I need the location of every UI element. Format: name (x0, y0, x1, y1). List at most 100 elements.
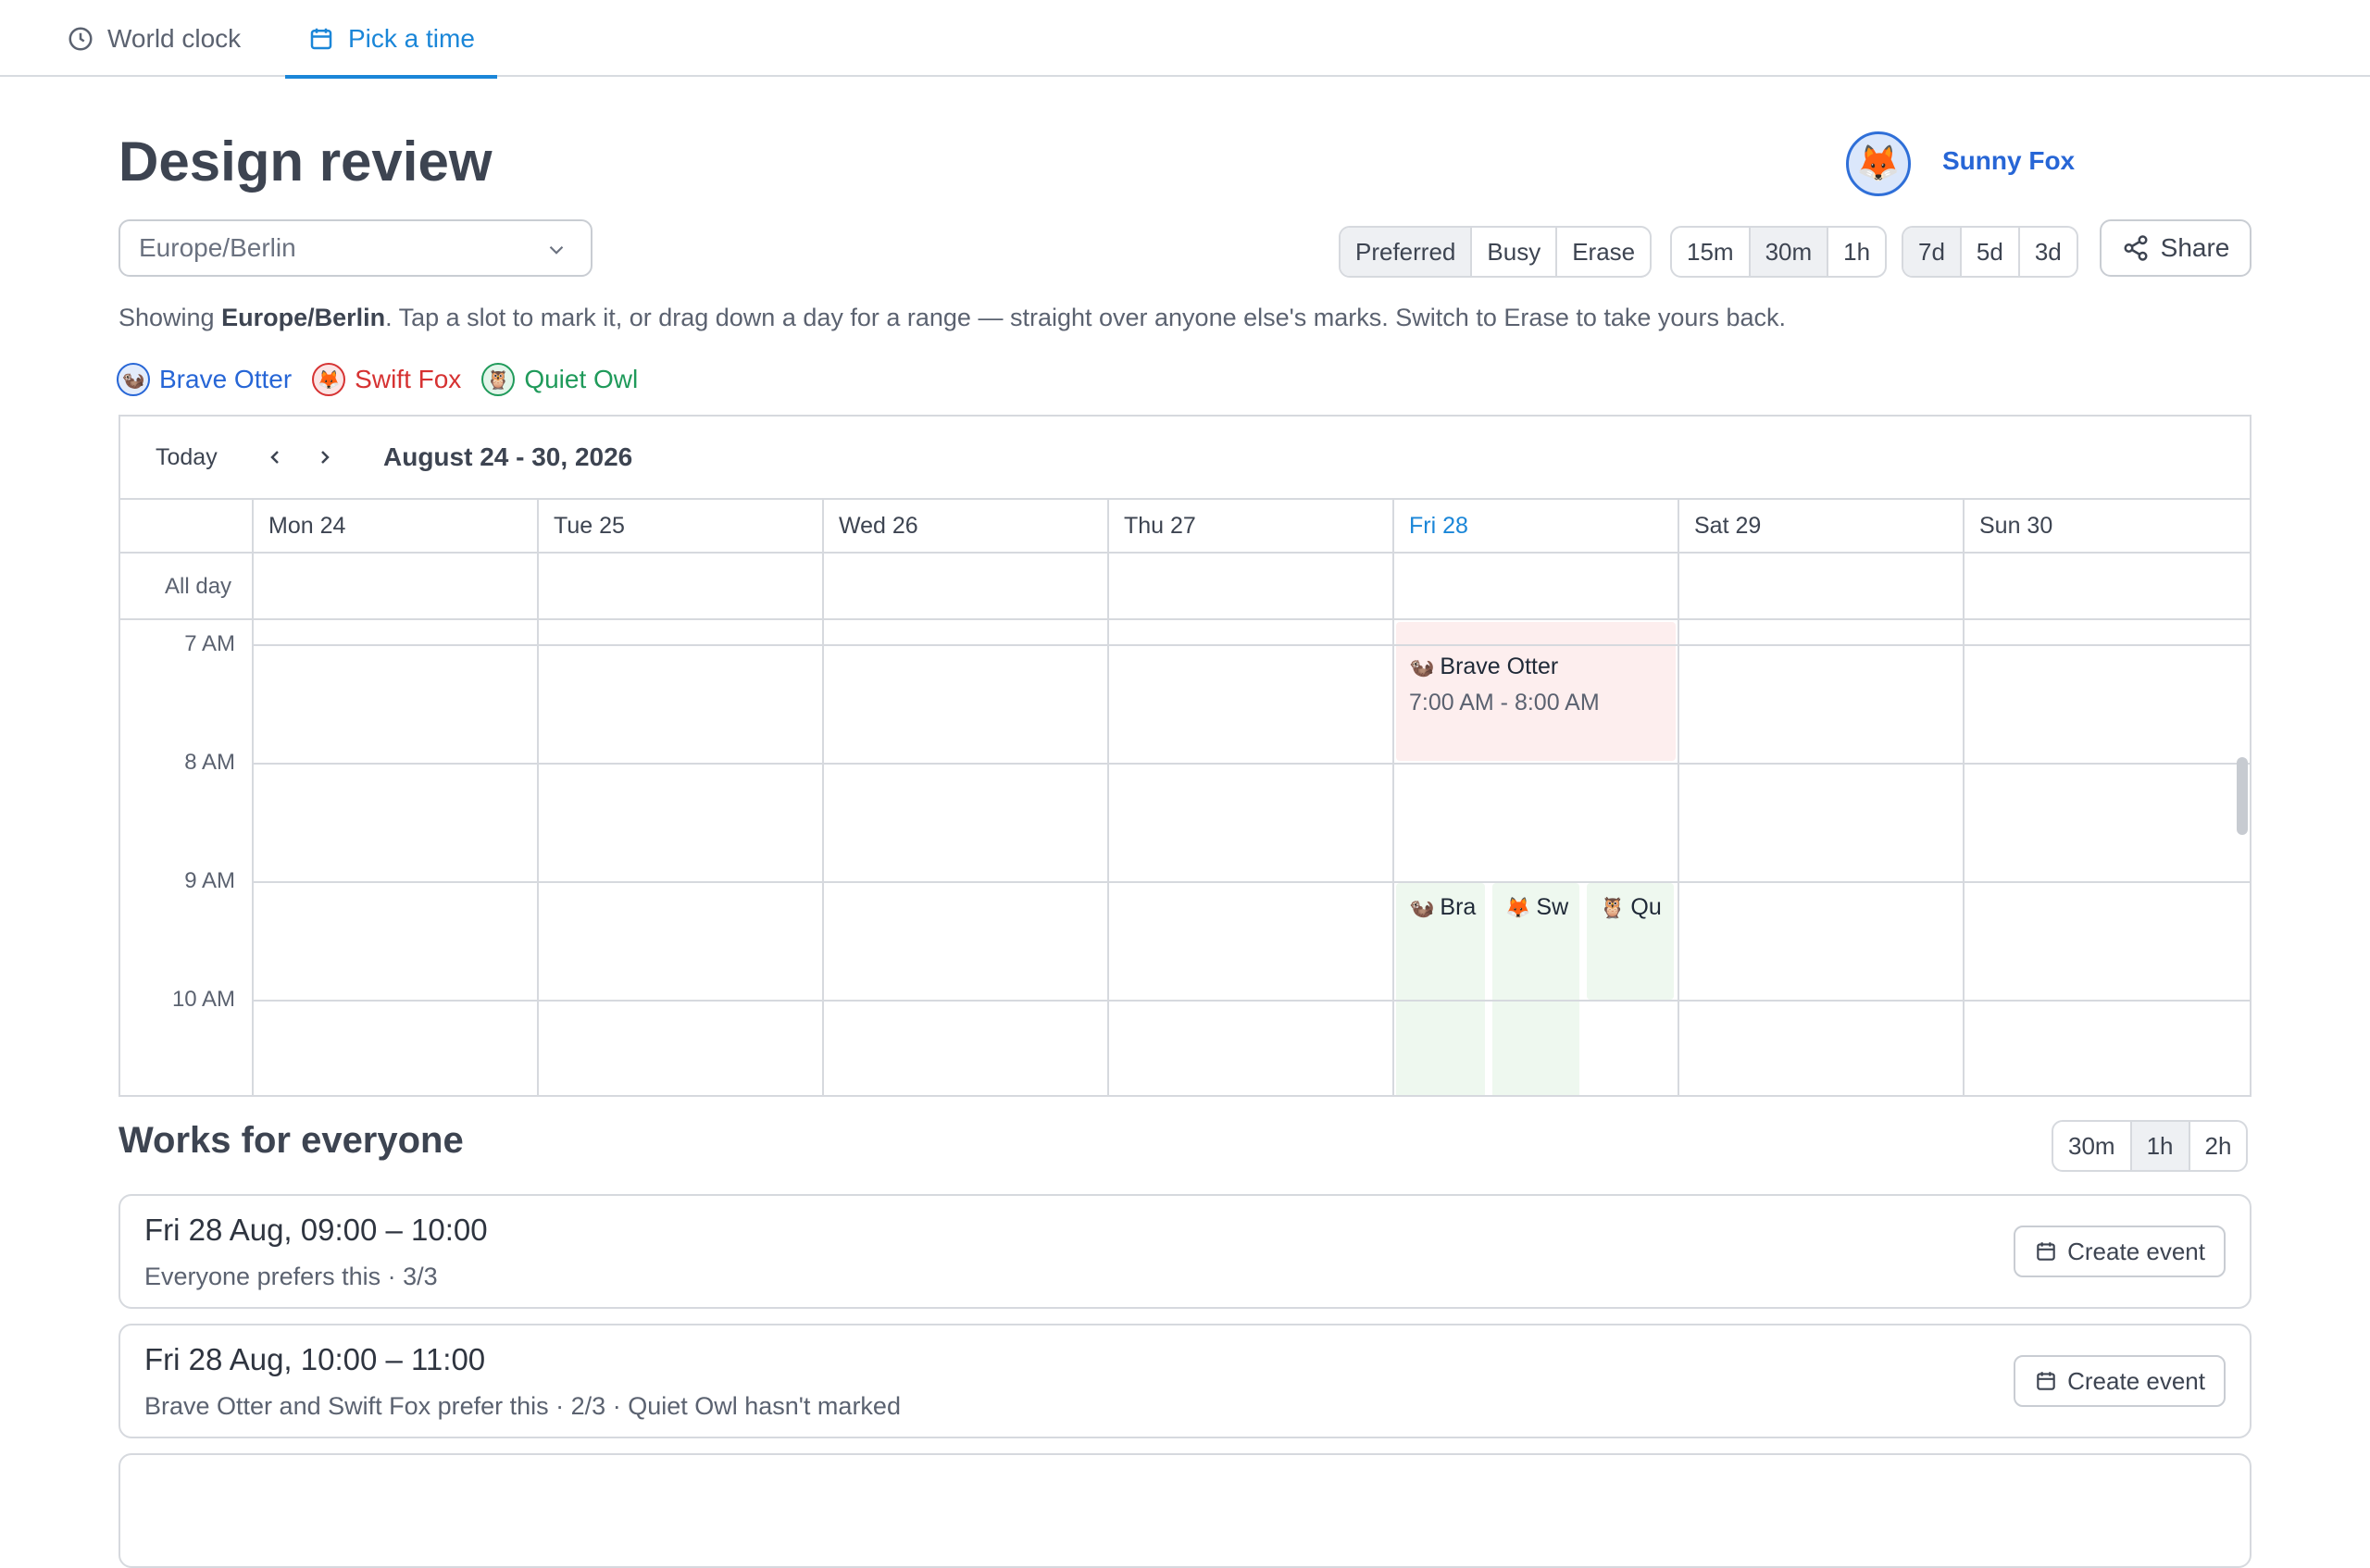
hour-line (252, 763, 2250, 765)
slot-time: Fri 28 Aug, 10:00 – 11:00 (144, 1342, 486, 1376)
share-label: Share (2160, 233, 2230, 262)
mode-toggle: Preferred Busy Erase (1339, 226, 1653, 278)
create-event-button[interactable]: Create event (2014, 1355, 2226, 1407)
participant-brave-otter[interactable]: 🦦 Brave Otter (117, 363, 292, 396)
participant-name: Swift Fox (355, 365, 462, 393)
hour-label: 7 AM (184, 631, 235, 656)
day-header[interactable]: Tue 25 (554, 513, 625, 540)
hour-line (252, 881, 2250, 883)
event-title: Brave Otter (1440, 653, 1559, 679)
next-week-button[interactable] (309, 441, 341, 474)
day-header[interactable]: Mon 24 (268, 513, 345, 540)
chevron-down-icon (549, 245, 564, 255)
tab-label: Pick a time (348, 23, 475, 53)
participant-quiet-owl[interactable]: 🦉 Quiet Owl (481, 363, 638, 396)
duration-1h[interactable]: 1h (2131, 1122, 2190, 1170)
span-toggle: 7d 5d 3d (1902, 226, 2078, 278)
otter-icon: 🦦 (1409, 895, 1435, 919)
hour-line (252, 644, 2250, 646)
calendar-scrollbar[interactable] (2237, 757, 2248, 835)
prev-week-button[interactable] (259, 441, 291, 474)
day-header[interactable]: Wed 26 (839, 513, 918, 540)
create-event-label: Create event (2067, 1366, 2205, 1395)
fox-icon: 🦊 (1505, 895, 1531, 919)
fox-icon: 🦊 (312, 363, 346, 396)
granularity-15m[interactable]: 15m (1672, 228, 1751, 276)
day-header-row: Mon 24 Tue 25 Wed 26 Thu 27 Fri 28 Sat 2… (120, 500, 2250, 554)
span-3d[interactable]: 3d (2020, 228, 2077, 276)
chevron-right-icon (321, 451, 330, 464)
event-title: Sw (1536, 894, 1569, 920)
create-event-button[interactable]: Create event (2014, 1226, 2226, 1277)
slot-card: Fri 28 Aug, 10:00 – 11:00 Brave Otter an… (118, 1324, 2252, 1438)
preferred-event-brave-otter[interactable]: 🦦 Bra (1396, 883, 1485, 1095)
tab-label: World clock (107, 23, 242, 53)
participant-name: Quiet Owl (524, 365, 639, 393)
slot-card-partial (118, 1453, 2252, 1568)
calendar-icon (2037, 1242, 2055, 1261)
mode-erase[interactable]: Erase (1557, 228, 1650, 276)
create-event-label: Create event (2067, 1237, 2205, 1265)
preferred-event-swift-fox[interactable]: 🦊 Sw (1492, 883, 1579, 1095)
event-title: Qu (1630, 894, 1662, 920)
event-title: Bra (1440, 894, 1477, 920)
participant-swift-fox[interactable]: 🦊 Swift Fox (312, 363, 461, 396)
otter-icon: 🦦 (117, 363, 150, 396)
tab-world-clock[interactable]: World clock (67, 0, 241, 77)
timezone-value: Europe/Berlin (139, 233, 296, 262)
share-button[interactable]: Share (2100, 219, 2252, 277)
user-name[interactable]: Sunny Fox (1942, 146, 2075, 176)
participant-legend: 🦦 Brave Otter 🦊 Swift Fox 🦉 Quiet Owl (117, 363, 638, 396)
granularity-1h[interactable]: 1h (1828, 228, 1885, 276)
span-5d[interactable]: 5d (1962, 228, 2020, 276)
tab-pick-a-time[interactable]: Pick a time (285, 0, 497, 79)
hour-label: 10 AM (171, 987, 235, 1012)
mode-busy[interactable]: Busy (1472, 228, 1558, 276)
day-header-today[interactable]: Fri 28 (1409, 513, 1468, 540)
tab-bar: World clock Pick a time (0, 0, 2370, 79)
instructions-text: Showing Europe/Berlin. Tap a slot to mar… (118, 304, 1786, 332)
duration-toggle: 30m 1h 2h (2052, 1120, 2249, 1172)
clock-icon (69, 27, 93, 50)
preferred-event-quiet-owl[interactable]: 🦉 Qu (1587, 883, 1674, 1000)
page-title: Design review (118, 131, 493, 193)
all-day-label: All day (165, 574, 232, 599)
duration-2h[interactable]: 2h (2190, 1122, 2247, 1170)
granularity-toggle: 15m 30m 1h (1670, 226, 1888, 278)
hint-rest: . Tap a slot to mark it, or drag down a … (385, 304, 1786, 331)
hour-line (252, 1000, 2250, 1002)
day-header[interactable]: Sat 29 (1694, 513, 1761, 540)
hint-prefix: Showing (118, 304, 222, 331)
busy-event-brave-otter[interactable]: 🦦 Brave Otter 7:00 AM - 8:00 AM (1396, 622, 1676, 761)
otter-icon: 🦦 (1409, 654, 1435, 678)
calendar-toolbar: Today August 24 - 30, 2026 (120, 417, 2250, 500)
timezone-select[interactable]: Europe/Berlin (118, 219, 592, 277)
share-icon (2124, 235, 2148, 261)
event-time: 7:00 AM - 8:00 AM (1409, 690, 1600, 716)
hour-label: 9 AM (184, 868, 235, 893)
slot-card: Fri 28 Aug, 09:00 – 10:00 Everyone prefe… (118, 1194, 2252, 1309)
owl-icon: 🦉 (1600, 895, 1626, 919)
avatar[interactable]: 🦊 (1846, 131, 1911, 196)
owl-icon: 🦉 (481, 363, 516, 396)
day-header[interactable]: Sun 30 (1979, 513, 2052, 540)
all-day-row[interactable]: All day (120, 554, 2250, 620)
day-header[interactable]: Thu 27 (1124, 513, 1196, 540)
participant-name: Brave Otter (159, 365, 293, 393)
time-grid[interactable]: 🦦 Brave Otter 7:00 AM - 8:00 AM 🦦 Bra 🦊 Sw … (120, 622, 2250, 1095)
span-7d[interactable]: 7d (1903, 228, 1962, 276)
granularity-30m[interactable]: 30m (1750, 228, 1829, 276)
fox-avatar-icon: 🦊 (1856, 144, 1901, 183)
mode-preferred[interactable]: Preferred (1341, 228, 1473, 276)
chevron-left-icon (270, 451, 279, 464)
hour-label: 8 AM (184, 750, 235, 775)
slot-description: Brave Otter and Swift Fox prefer this · … (144, 1392, 901, 1420)
slot-time: Fri 28 Aug, 09:00 – 10:00 (144, 1213, 488, 1247)
section-title: Works for everyone (118, 1120, 464, 1161)
duration-30m[interactable]: 30m (2053, 1122, 2132, 1170)
today-button[interactable]: Today (156, 444, 218, 471)
hint-timezone: Europe/Berlin (221, 304, 386, 331)
week-calendar: Today August 24 - 30, 2026 Mon 24 Tue 25… (118, 415, 2252, 1097)
calendar-icon (310, 28, 332, 49)
slot-description: Everyone prefers this · 3/3 (144, 1263, 438, 1290)
